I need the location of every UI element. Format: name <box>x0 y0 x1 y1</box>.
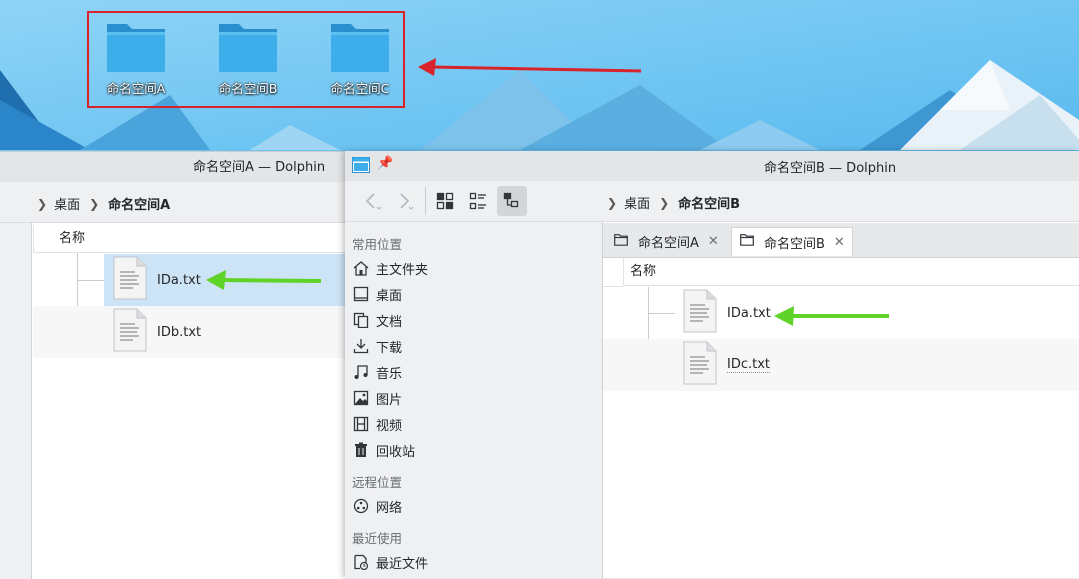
file-name: IDb.txt <box>157 324 202 340</box>
chevron-right-icon: ❯ <box>89 196 100 211</box>
music-icon <box>352 363 370 381</box>
network-icon <box>352 497 370 515</box>
close-icon[interactable]: ✕ <box>708 234 719 249</box>
details-view-button[interactable] <box>497 186 527 216</box>
chevron-right-icon: ❯ <box>607 195 618 210</box>
places-item-network[interactable]: 网络 <box>352 494 402 518</box>
breadcrumb-root[interactable]: 桌面 <box>54 194 80 213</box>
places-item-label: 主文件夹 <box>376 262 429 278</box>
places-panel: 常用位置 主文件夹 桌面 文档 下载 音乐 图片 视频 回收站 远程位置 网络 … <box>345 222 603 578</box>
window-a-places-panel <box>0 223 32 579</box>
places-item-trash[interactable]: 回收站 <box>352 438 415 462</box>
file-row-idb[interactable]: IDb.txt <box>33 306 360 358</box>
places-item-label: 音乐 <box>376 366 403 382</box>
places-section-recent: 最近使用 <box>352 531 403 546</box>
icons-view-icon <box>436 192 454 210</box>
pictures-icon <box>352 389 370 407</box>
places-item-label: 桌面 <box>376 288 403 304</box>
places-item-label: 视频 <box>376 418 403 434</box>
compact-view-button[interactable] <box>463 186 493 216</box>
places-item-label: 下载 <box>376 340 403 356</box>
places-item-home[interactable]: 主文件夹 <box>352 256 428 280</box>
column-header-label: 名称 <box>59 231 86 246</box>
back-button[interactable] <box>357 186 387 216</box>
tab-namespace-b[interactable]: 命名空间B ✕ <box>731 227 853 256</box>
tab-label: 命名空间B <box>764 236 825 252</box>
breadcrumb-root[interactable]: 桌面 <box>624 193 650 212</box>
window-b-toolbar: ❯ 桌面 ❯ 命名空间B <box>345 181 1079 222</box>
breadcrumb: ❯ 桌面 ❯ 命名空间A <box>37 194 170 214</box>
forward-arrow-icon <box>400 193 414 210</box>
folder-outline-icon <box>614 233 628 250</box>
dolphin-window-b[interactable]: 📌 命名空间B — Dolphin ❯ 桌面 ❯ 命名空间B 常用位置 主文件夹… <box>345 151 1079 578</box>
places-item-music[interactable]: 音乐 <box>352 360 402 384</box>
details-view-icon <box>503 192 519 208</box>
window-a-toolbar: ❯ 桌面 ❯ 命名空间A <box>0 182 360 223</box>
tab-label: 命名空间A <box>638 236 699 251</box>
chevron-right-icon: ❯ <box>659 195 670 210</box>
annotation-red-box <box>87 11 405 108</box>
places-item-downloads[interactable]: 下载 <box>352 334 402 358</box>
pin-icon[interactable]: 📌 <box>377 156 393 171</box>
window-a-title: 命名空间A — Dolphin <box>193 160 326 175</box>
places-item-label: 最近文件 <box>376 556 429 572</box>
breadcrumb-current[interactable]: 命名空间B <box>678 193 740 212</box>
places-section-remote: 远程位置 <box>352 475 403 490</box>
chevron-right-icon: ❯ <box>37 196 48 211</box>
tree-line <box>77 280 104 281</box>
desktop-icon <box>352 285 370 303</box>
icons-view-button[interactable] <box>430 186 460 216</box>
places-item-label: 文档 <box>376 314 403 330</box>
places-item-desktop[interactable]: 桌面 <box>352 282 402 306</box>
trash-icon <box>352 441 370 459</box>
compact-view-icon <box>469 192 486 210</box>
file-row-idc[interactable]: IDc.txt <box>603 339 1079 391</box>
column-header-name[interactable]: 名称 <box>33 225 360 253</box>
places-item-pictures[interactable]: 图片 <box>352 386 402 410</box>
column-header-label: 名称 <box>630 264 657 279</box>
window-a-titlebar[interactable]: 命名空间A — Dolphin <box>0 152 360 185</box>
window-b-titlebar[interactable]: 📌 命名空间B — Dolphin <box>345 151 1079 181</box>
tab-namespace-a[interactable]: 命名空间A ✕ <box>611 227 727 256</box>
close-icon[interactable]: ✕ <box>834 235 845 250</box>
places-item-label: 回收站 <box>376 444 416 460</box>
text-file-icon <box>683 289 717 337</box>
folder-outline-icon <box>740 234 754 250</box>
file-name: IDa.txt <box>157 272 201 288</box>
file-row-ida[interactable]: IDa.txt <box>104 254 360 306</box>
download-icon <box>352 337 370 355</box>
breadcrumb: ❯ 桌面 ❯ 命名空间B <box>607 193 740 213</box>
column-header-spacer <box>603 258 623 287</box>
file-row-ida[interactable]: IDa.txt <box>603 287 1079 339</box>
text-file-icon <box>113 256 147 304</box>
home-icon <box>352 259 370 277</box>
places-item-label: 图片 <box>376 392 403 408</box>
toolbar-separator <box>425 187 426 215</box>
recent-files-icon <box>352 553 370 571</box>
back-arrow-icon <box>365 193 382 210</box>
places-item-videos[interactable]: 视频 <box>352 412 402 436</box>
text-file-icon <box>113 308 147 356</box>
breadcrumb-current[interactable]: 命名空间A <box>108 194 170 213</box>
tab-bar: 命名空间A ✕ 命名空间B ✕ <box>603 223 1079 258</box>
video-icon <box>352 415 370 433</box>
places-item-label: 网络 <box>376 500 403 516</box>
places-section-common: 常用位置 <box>352 237 403 252</box>
places-item-documents[interactable]: 文档 <box>352 308 402 332</box>
forward-button[interactable] <box>389 186 419 216</box>
dolphin-app-icon <box>352 157 370 177</box>
window-b-title: 命名空间B — Dolphin <box>764 161 897 176</box>
dolphin-window-a[interactable]: 命名空间A — Dolphin ❯ 桌面 ❯ 命名空间A 名称 IDa.txt <box>0 151 360 579</box>
text-file-icon <box>683 341 717 389</box>
column-header-name[interactable]: 名称 <box>623 258 1079 286</box>
file-name: IDa.txt <box>727 305 771 321</box>
file-name: IDc.txt <box>727 357 771 373</box>
places-item-recent-files[interactable]: 最近文件 <box>352 550 428 574</box>
documents-icon <box>352 311 370 329</box>
